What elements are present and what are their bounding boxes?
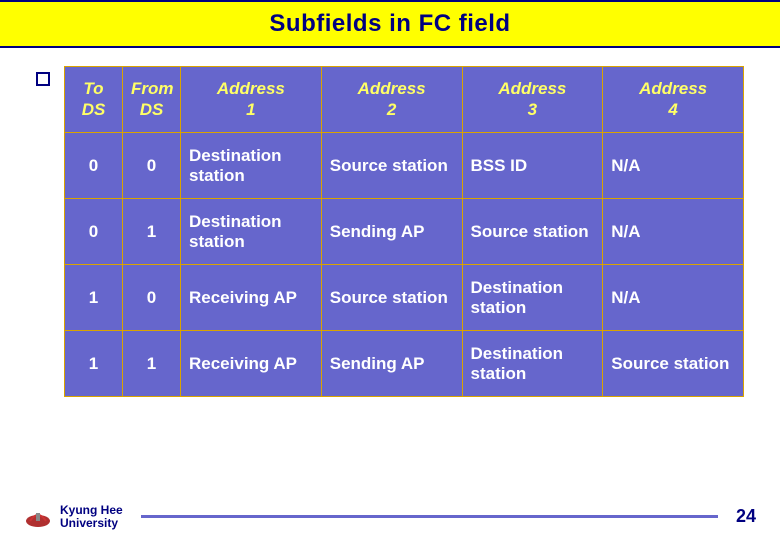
cell-address-1: Destination station — [181, 199, 322, 265]
university-line2: University — [60, 517, 123, 530]
cell-from-ds: 1 — [123, 331, 181, 397]
footer-divider — [141, 515, 718, 518]
university-name: Kyung Hee University — [60, 504, 123, 530]
table-header-row: ToDS FromDS Address1 Address2 Address3 A… — [65, 67, 744, 133]
cell-from-ds: 1 — [123, 199, 181, 265]
title-bar: Subfields in FC field — [0, 0, 780, 48]
table-row: 0 1 Destination station Sending AP Sourc… — [65, 199, 744, 265]
cell-to-ds: 0 — [65, 133, 123, 199]
cell-address-2: Source station — [321, 265, 462, 331]
cell-address-4: N/A — [603, 199, 744, 265]
content-area: ToDS FromDS Address1 Address2 Address3 A… — [0, 48, 780, 397]
cell-address-4: N/A — [603, 265, 744, 331]
bullet-icon — [36, 72, 50, 86]
cell-to-ds: 1 — [65, 331, 123, 397]
cell-address-4: N/A — [603, 133, 744, 199]
cell-address-1: Receiving AP — [181, 265, 322, 331]
fc-subfields-table: ToDS FromDS Address1 Address2 Address3 A… — [64, 66, 744, 397]
university-logo-icon — [24, 505, 52, 529]
cell-address-2: Sending AP — [321, 331, 462, 397]
header-address-4: Address4 — [603, 67, 744, 133]
cell-from-ds: 0 — [123, 265, 181, 331]
cell-address-1: Receiving AP — [181, 331, 322, 397]
table-row: 1 0 Receiving AP Source station Destinat… — [65, 265, 744, 331]
cell-from-ds: 0 — [123, 133, 181, 199]
header-from-ds: FromDS — [123, 67, 181, 133]
cell-address-2: Sending AP — [321, 199, 462, 265]
page-number: 24 — [736, 506, 756, 527]
university-line1: Kyung Hee — [60, 504, 123, 517]
table-row: 0 0 Destination station Source station B… — [65, 133, 744, 199]
cell-address-3: Source station — [462, 199, 603, 265]
table-container: ToDS FromDS Address1 Address2 Address3 A… — [64, 66, 744, 397]
cell-address-3: Destination station — [462, 265, 603, 331]
table-row: 1 1 Receiving AP Sending AP Destination … — [65, 331, 744, 397]
cell-to-ds: 1 — [65, 265, 123, 331]
header-to-ds: ToDS — [65, 67, 123, 133]
header-address-3: Address3 — [462, 67, 603, 133]
header-address-1: Address1 — [181, 67, 322, 133]
slide-title: Subfields in FC field — [269, 10, 510, 38]
cell-address-3: BSS ID — [462, 133, 603, 199]
cell-address-1: Destination station — [181, 133, 322, 199]
header-address-2: Address2 — [321, 67, 462, 133]
cell-address-2: Source station — [321, 133, 462, 199]
cell-address-4: Source station — [603, 331, 744, 397]
cell-address-3: Destination station — [462, 331, 603, 397]
footer: Kyung Hee University 24 — [0, 504, 780, 530]
cell-to-ds: 0 — [65, 199, 123, 265]
